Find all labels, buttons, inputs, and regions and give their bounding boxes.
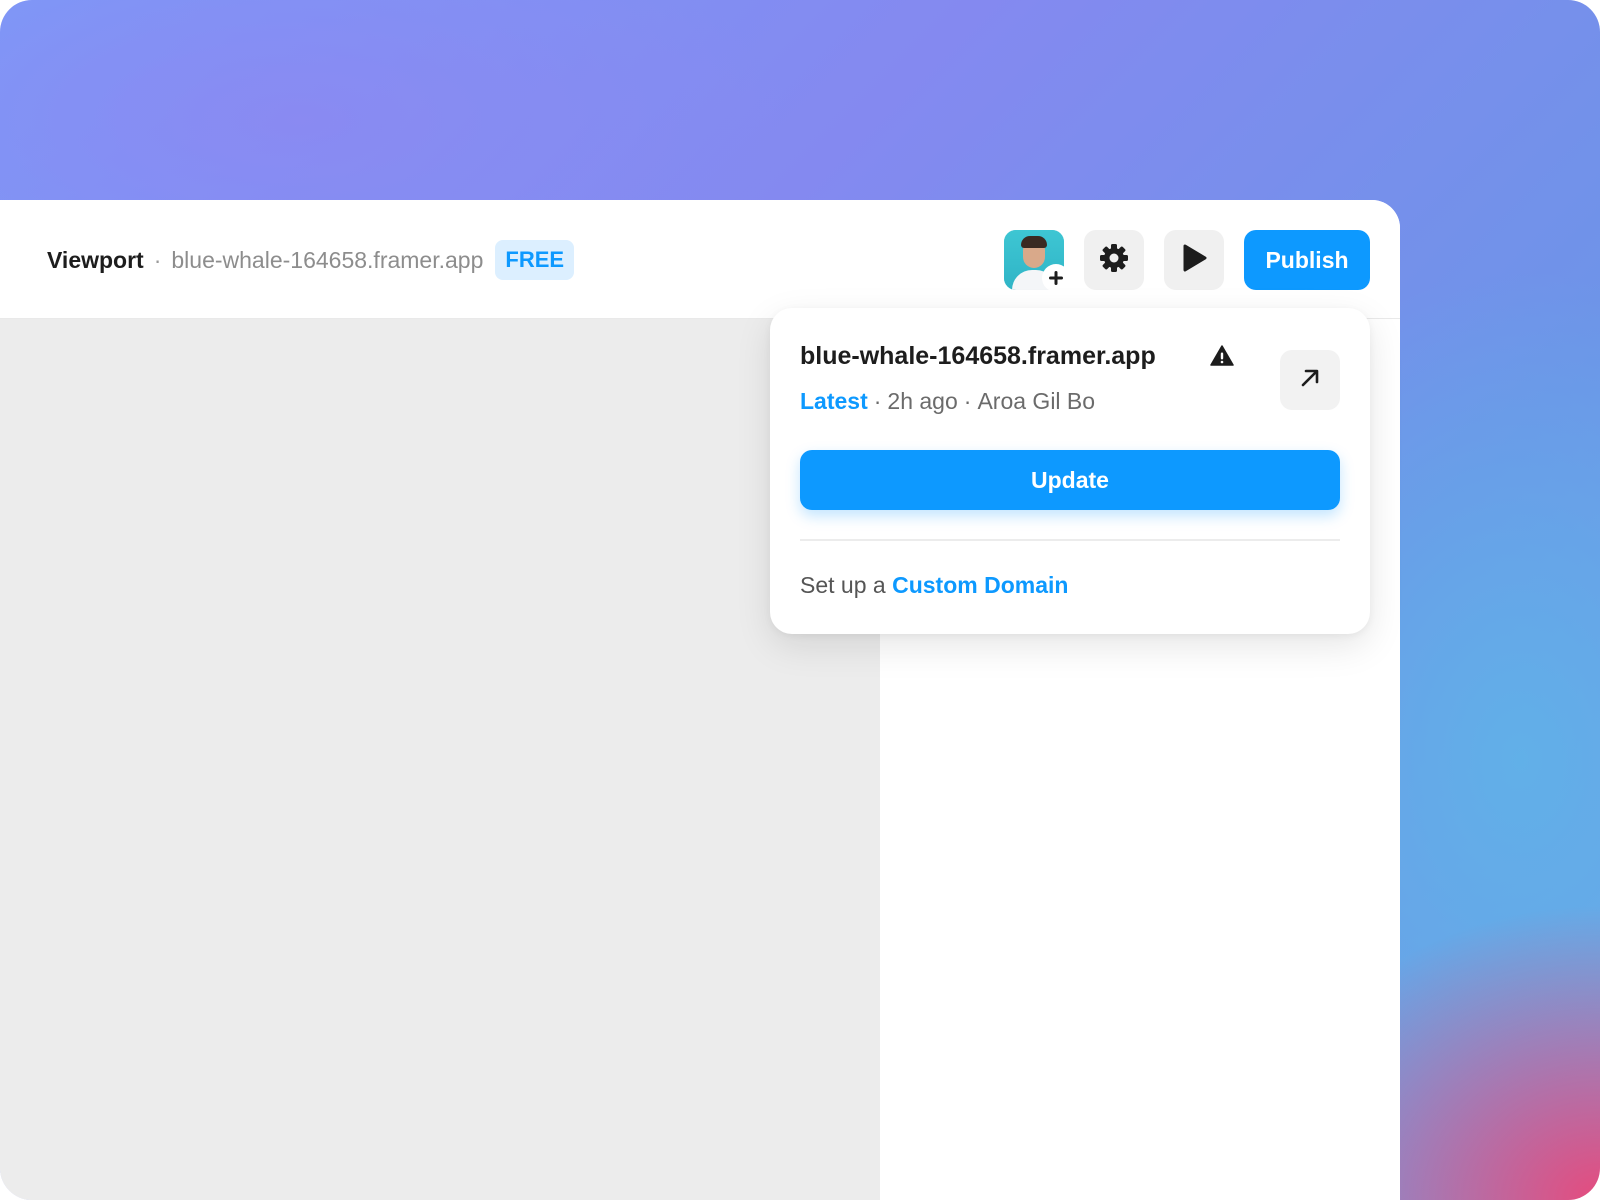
domain-prefix: Set up a xyxy=(800,572,886,598)
plan-badge: FREE xyxy=(495,240,575,280)
warning-icon[interactable] xyxy=(1210,344,1234,368)
meta-dot: · xyxy=(873,388,882,414)
canvas-area[interactable] xyxy=(0,319,880,1200)
app-name: Viewport xyxy=(47,246,144,273)
status-latest: Latest xyxy=(800,388,868,414)
open-site-button[interactable] xyxy=(1280,350,1340,410)
publish-author: Aroa Gil Bo xyxy=(977,388,1096,414)
gradient-background: Viewport · blue-whale-164658.framer.app … xyxy=(0,0,1600,1200)
published-url[interactable]: blue-whale-164658.framer.app xyxy=(800,342,1156,371)
gear-icon xyxy=(1098,242,1130,279)
publish-button[interactable]: Publish xyxy=(1244,230,1370,290)
publish-time: 2h ago xyxy=(887,388,958,414)
play-icon xyxy=(1180,243,1208,278)
publish-popover: blue-whale-164658.framer.app Latest · 2h… xyxy=(770,308,1370,634)
meta-dot: · xyxy=(963,388,972,414)
site-url[interactable]: blue-whale-164658.framer.app xyxy=(171,247,483,274)
settings-button[interactable] xyxy=(1084,230,1144,290)
preview-button[interactable] xyxy=(1164,230,1224,290)
custom-domain-row: Set up a Custom Domain xyxy=(800,572,1068,599)
plus-icon xyxy=(1042,264,1070,292)
invite-user-button[interactable] xyxy=(1004,230,1070,292)
publish-meta: Latest · 2h ago · Aroa Gil Bo xyxy=(800,388,1095,415)
title-separator: · xyxy=(153,246,162,273)
divider xyxy=(800,539,1340,541)
custom-domain-link[interactable]: Custom Domain xyxy=(892,572,1068,598)
avatar-hair xyxy=(1021,236,1047,248)
arrow-up-right-icon xyxy=(1298,366,1322,395)
update-button[interactable]: Update xyxy=(800,450,1340,510)
toolbar: Viewport · blue-whale-164658.framer.app … xyxy=(0,200,1400,319)
title-group: Viewport · blue-whale-164658.framer.app … xyxy=(47,240,575,280)
